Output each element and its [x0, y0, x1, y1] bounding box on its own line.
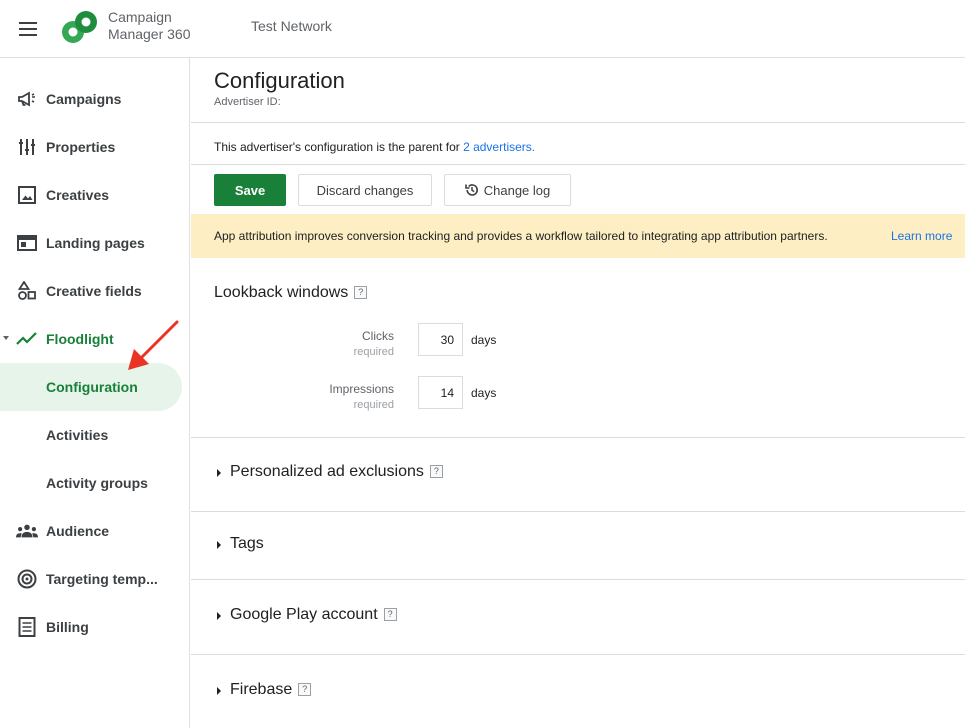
discard-changes-button[interactable]: Discard changes [298, 174, 432, 206]
sidebar-item-label: Activity groups [46, 475, 148, 491]
product-name: Campaign Manager 360 [108, 9, 191, 42]
sidebar-item-label: Landing pages [46, 235, 145, 251]
shapes-icon [16, 280, 38, 302]
app-attribution-banner: App attribution improves conversion trac… [191, 214, 965, 258]
change-log-button[interactable]: Change log [444, 174, 571, 206]
sidebar-item-label: Billing [46, 619, 89, 635]
annotation-arrow-icon [128, 320, 179, 370]
impressions-lookback-input[interactable] [418, 376, 463, 409]
main-content: Configuration Advertiser ID: This advert… [191, 58, 965, 728]
image-icon [16, 184, 38, 206]
sidebar-item-billing[interactable]: Billing [0, 603, 182, 651]
help-icon[interactable]: ? [429, 465, 443, 479]
child-advertisers-link[interactable]: 2 advertisers. [463, 140, 535, 154]
help-icon[interactable]: ? [298, 683, 312, 697]
megaphone-icon [16, 88, 38, 110]
change-log-label: Change log [483, 182, 551, 198]
clicks-label: Clicks [362, 329, 394, 343]
sidebar-item-label: Campaigns [46, 91, 122, 107]
sidebar-item-label: Activities [46, 427, 109, 443]
expand-arrow-icon [217, 469, 221, 477]
clicks-unit: days [471, 333, 497, 347]
section-header: Firebase? [230, 681, 312, 699]
google-play-account-section[interactable]: Google Play account? [191, 580, 965, 654]
save-button[interactable]: Save [214, 174, 286, 206]
hamburger-menu-icon[interactable] [14, 15, 42, 43]
expand-arrow-icon [217, 612, 221, 620]
divider [191, 164, 965, 165]
lookback-windows-title: Lookback windows? [214, 284, 368, 302]
impressions-label: Impressions [329, 382, 394, 396]
impressions-unit: days [471, 386, 497, 400]
sidebar-item-label: Targeting temp... [46, 571, 158, 587]
web-page-icon [16, 232, 38, 254]
campaign-manager-logo [62, 11, 97, 43]
top-app-bar: Campaign Manager 360 Test Network [0, 0, 965, 58]
sidebar-item-landing-pages[interactable]: Landing pages [0, 219, 182, 267]
section-header: Google Play account? [230, 606, 397, 624]
sidebar-item-audience[interactable]: Audience [0, 507, 182, 555]
sidebar-item-activity-groups[interactable]: Activity groups [0, 459, 182, 507]
sidebar-item-properties[interactable]: Properties [0, 123, 182, 171]
sidebar-item-creative-fields[interactable]: Creative fields [0, 267, 182, 315]
section-title-text: Personalized ad exclusions [230, 463, 424, 480]
parent-note-text: This advertiser's configuration is the p… [214, 140, 464, 154]
divider [191, 122, 965, 123]
help-icon[interactable]: ? [383, 608, 397, 622]
tags-section[interactable]: Tags [191, 512, 965, 579]
sidebar-item-creatives[interactable]: Creatives [0, 171, 182, 219]
sidebar-item-activities[interactable]: Activities [0, 411, 182, 459]
banner-text: App attribution improves conversion trac… [214, 229, 828, 243]
expand-caret-icon [3, 336, 9, 340]
personalized-ad-exclusions-section[interactable]: Personalized ad exclusions? [191, 438, 965, 511]
section-header: Personalized ad exclusions? [230, 463, 443, 481]
target-icon [16, 568, 38, 590]
sidebar-item-label: Creative fields [46, 283, 142, 299]
sliders-icon [16, 136, 38, 158]
sidebar-item-label: Audience [46, 523, 110, 539]
expand-arrow-icon [217, 541, 221, 549]
expand-arrow-icon [217, 687, 221, 695]
impressions-required-label: required [353, 399, 394, 411]
section-header: Tags [230, 535, 264, 553]
parent-config-note: This advertiser's configuration is the p… [214, 140, 535, 154]
sidebar-item-label: Creatives [46, 187, 110, 203]
section-title-text: Firebase [230, 681, 293, 698]
sidebar-item-targeting-templates[interactable]: Targeting temp... [0, 555, 182, 603]
sidebar-item-label: Configuration [46, 379, 138, 395]
section-title-text: Tags [230, 535, 264, 552]
billing-icon [16, 616, 38, 638]
section-title-text: Lookback windows [214, 284, 349, 301]
sidebar-item-label: Properties [46, 139, 116, 155]
advertiser-id-label: Advertiser ID: [214, 96, 281, 108]
firebase-section[interactable]: Firebase? [191, 655, 965, 728]
sidebar-nav: Campaigns Properties Creatives Landing p… [0, 58, 190, 728]
section-title-text: Google Play account [230, 606, 378, 623]
trend-line-icon [16, 328, 38, 350]
people-icon [16, 520, 38, 542]
help-icon[interactable]: ? [354, 286, 368, 300]
sidebar-item-label: Floodlight [46, 331, 114, 347]
page-title: Configuration [214, 68, 345, 93]
history-icon [464, 183, 479, 197]
clicks-required-label: required [353, 346, 394, 358]
sidebar-item-campaigns[interactable]: Campaigns [0, 75, 182, 123]
learn-more-link[interactable]: Learn more [891, 229, 952, 243]
network-name[interactable]: Test Network [251, 18, 332, 34]
clicks-lookback-input[interactable] [418, 323, 463, 356]
